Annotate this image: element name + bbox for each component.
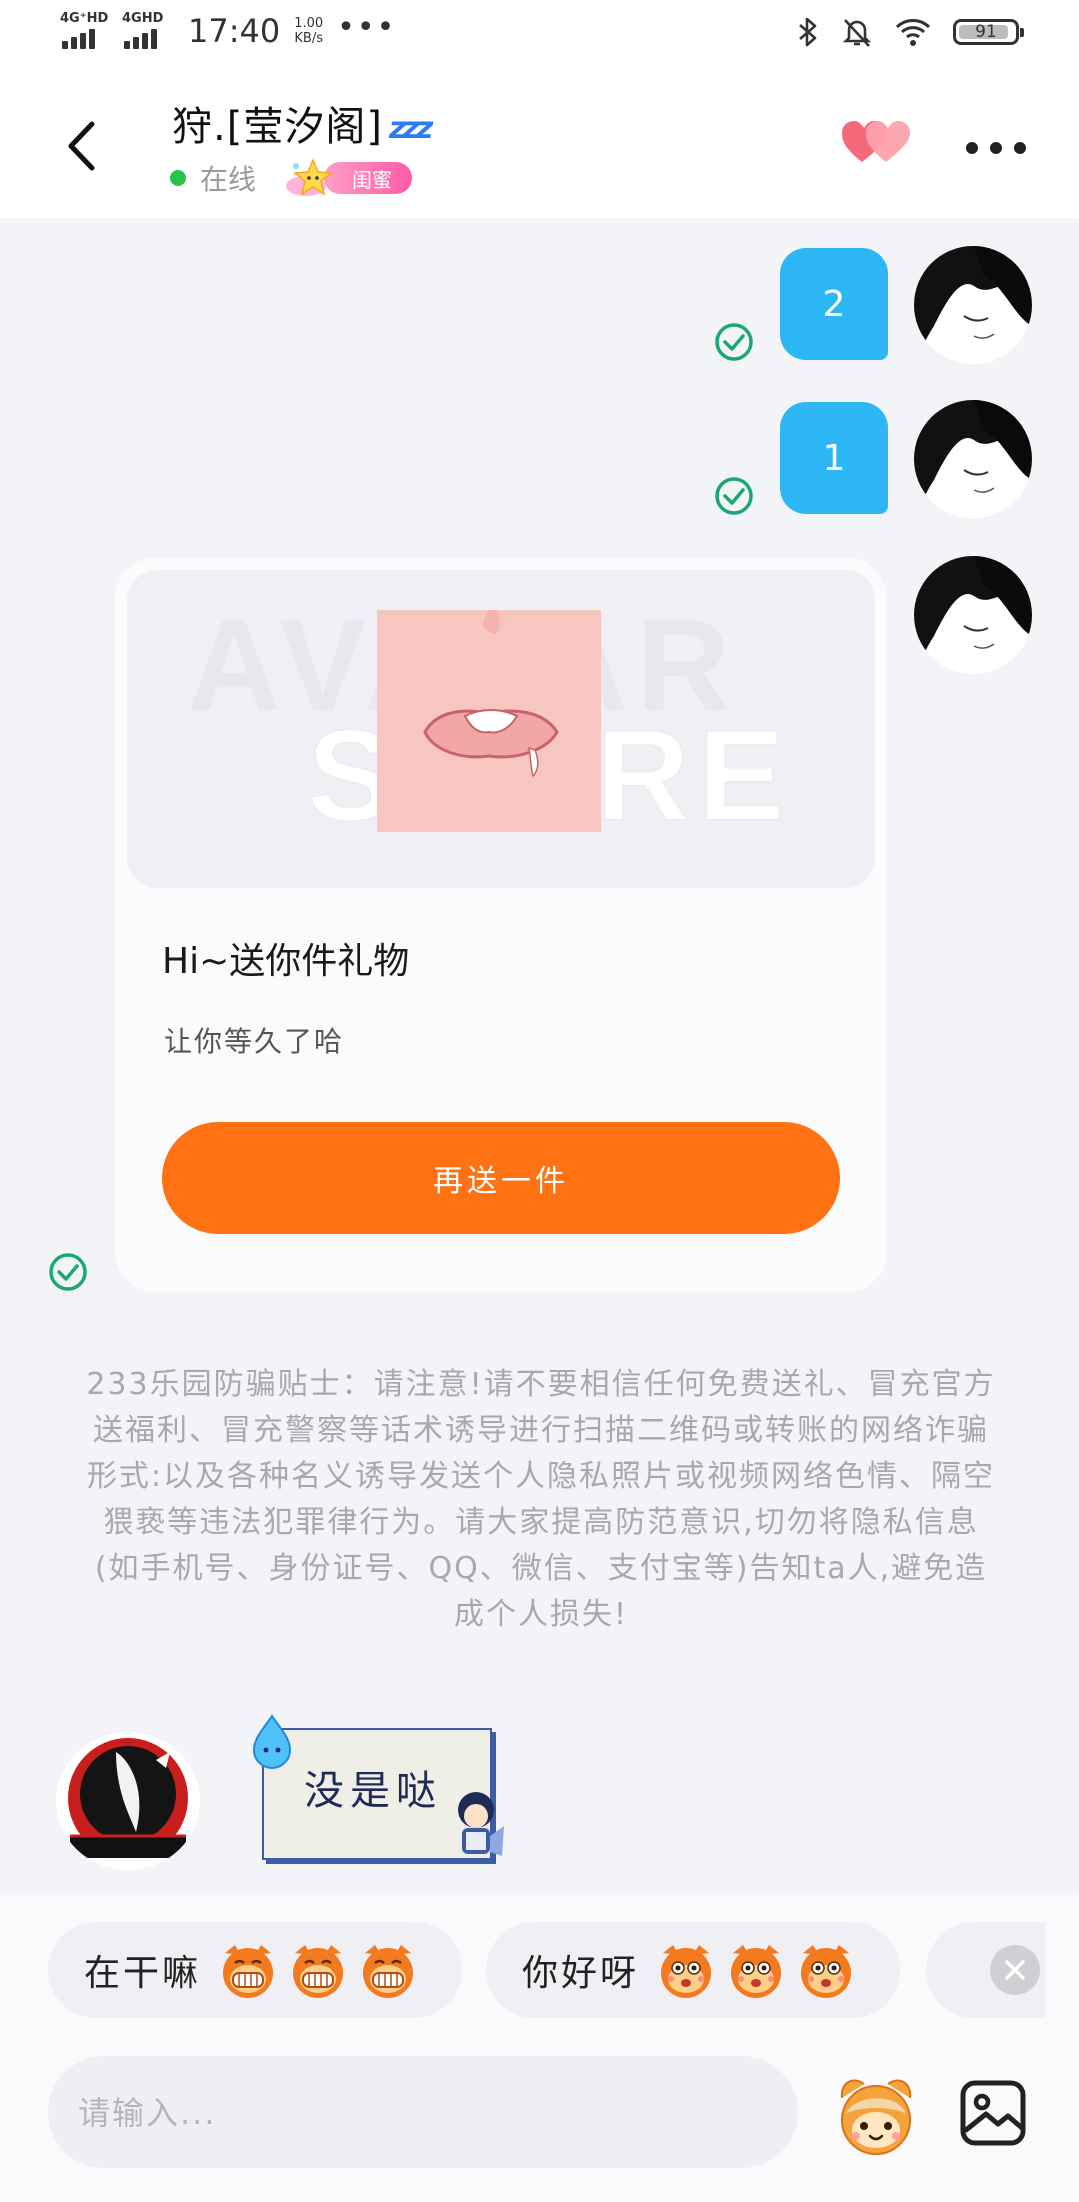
signal-1: 4G⁺HD (58, 11, 109, 51)
chat-header: 狩.[莹汐阁] zzz 在线 闺蜜 (0, 64, 1079, 218)
relationship-badge[interactable]: 闺蜜 (284, 158, 413, 196)
check-icon (715, 477, 753, 515)
contact-status: 在线 闺蜜 (170, 158, 413, 198)
clock: 17:40 (188, 12, 281, 50)
signal-1-label: 4G⁺HD (60, 11, 109, 26)
anti-fraud-tips: 233乐园防骗贴士：请注意!请不要相信任何免费送礼、冒充官方送福利、冒充警察等话… (86, 1367, 996, 1632)
mute-bell-icon (842, 19, 872, 47)
battery-level: 91 (975, 22, 997, 42)
online-status: 在线 (200, 163, 257, 196)
grin-emoji-icon (293, 1945, 344, 1998)
chibi-character-icon (458, 1792, 504, 1856)
status-bar: 4G⁺HD 4GHD 17:40 1.00 KB/s ••• 91 (0, 0, 1079, 64)
grin-emoji-icon (223, 1945, 274, 1998)
water-drop-icon (252, 1714, 292, 1769)
battery-icon: 91 (953, 19, 1024, 45)
smile-emoji-icon (801, 1945, 852, 1998)
my-avatar[interactable] (914, 246, 1032, 364)
check-icon (49, 1253, 87, 1291)
status-left: 4G⁺HD 4GHD 17:40 1.00 KB/s ••• (58, 6, 396, 56)
sleep-zzz-icon: zzz (388, 111, 433, 146)
gift-item-image[interactable] (377, 610, 601, 832)
bluetooth-icon (799, 17, 817, 47)
quick-reply-chip[interactable]: 在干嘛 (48, 1922, 462, 2018)
back-button[interactable] (56, 116, 106, 176)
quick-reply-label: 你好呀 (522, 1953, 640, 1994)
back-arrow-icon (68, 121, 95, 171)
message-input-box[interactable] (48, 2056, 798, 2170)
send-again-button[interactable]: 再送一件 (162, 1122, 840, 1234)
status-more-icon: ••• (337, 9, 397, 45)
net-speed: 1.00 KB/s (294, 16, 323, 46)
signal-2-label: 4GHD (122, 11, 164, 26)
smile-emoji-icon (731, 1945, 782, 1998)
grin-emoji-icon (363, 1945, 414, 1998)
check-icon (715, 323, 753, 361)
my-avatar[interactable] (914, 400, 1032, 518)
send-again-label: 再送一件 (433, 1164, 569, 1199)
contact-name-text: 狩.[莹汐阁] (172, 104, 383, 150)
quick-reply-label: 在干嘛 (84, 1953, 202, 1994)
hearts-icon[interactable] (840, 118, 916, 168)
message-text: 2 (822, 283, 846, 325)
net-speed-value: 1.00 (294, 16, 324, 31)
close-quick-replies-button[interactable] (990, 1945, 1040, 1995)
gift-title: Hi~送你件礼物 (162, 941, 410, 982)
more-button[interactable] (966, 136, 1026, 160)
gift-subtitle: 让你等久了哈 (164, 1025, 345, 1058)
close-icon (1005, 1960, 1025, 1980)
signal-1-bars-icon (62, 29, 95, 49)
star-icon (284, 156, 342, 200)
net-speed-unit: KB/s (294, 31, 323, 46)
contact-avatar[interactable] (56, 1732, 200, 1870)
message-bubble[interactable]: 1 (780, 402, 888, 514)
wifi-icon (895, 19, 931, 46)
signal-2-bars-icon (124, 29, 157, 49)
status-right: 91 (797, 12, 1024, 52)
emoji-icon[interactable] (834, 2074, 918, 2158)
online-dot-icon (170, 170, 186, 186)
my-avatar[interactable] (914, 556, 1032, 674)
contact-name[interactable]: 狩.[莹汐阁] zzz (172, 94, 433, 152)
image-icon[interactable] (958, 2078, 1028, 2148)
sticker-message[interactable]: 没是哒 (252, 1714, 508, 1862)
signal-2: 4GHD (120, 11, 168, 51)
smile-emoji-icon (661, 1945, 712, 1998)
quick-reply-chip[interactable]: 你好呀 (486, 1922, 900, 2018)
message-text: 1 (822, 437, 846, 479)
message-input[interactable] (76, 2056, 760, 2170)
more-icon (966, 142, 978, 154)
message-bubble[interactable]: 2 (780, 248, 888, 360)
sticker-text: 没是哒 (304, 1768, 442, 1814)
